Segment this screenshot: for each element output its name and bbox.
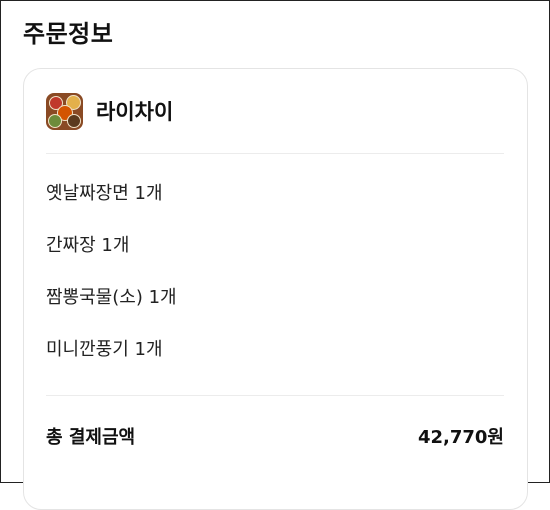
total-amount: 42,770원 bbox=[417, 427, 504, 448]
divider bbox=[46, 153, 504, 154]
order-item: 미니깐풍기 1개 bbox=[46, 339, 163, 360]
order-info-card: 라이차이 옛날짜장면 1개 간짜장 1개 짬뽕국물(소) 1개 미니깐풍기 1개… bbox=[23, 68, 528, 510]
order-item: 간짜장 1개 bbox=[46, 235, 130, 256]
store-name: 라이차이 bbox=[96, 100, 174, 124]
food-dishes-icon bbox=[46, 92, 83, 130]
total-payment-row: 총 결제금액 42,770원 bbox=[46, 423, 504, 449]
order-item: 옛날짜장면 1개 bbox=[46, 183, 163, 204]
divider bbox=[46, 395, 504, 396]
store-header[interactable]: 라이차이 bbox=[46, 91, 173, 131]
order-item-list: 옛날짜장면 1개 간짜장 1개 짬뽕국물(소) 1개 미니깐풍기 1개 bbox=[46, 179, 177, 387]
total-label: 총 결제금액 bbox=[46, 427, 136, 448]
order-item: 짬뽕국물(소) 1개 bbox=[46, 287, 177, 308]
page-title: 주문정보 bbox=[23, 20, 114, 48]
